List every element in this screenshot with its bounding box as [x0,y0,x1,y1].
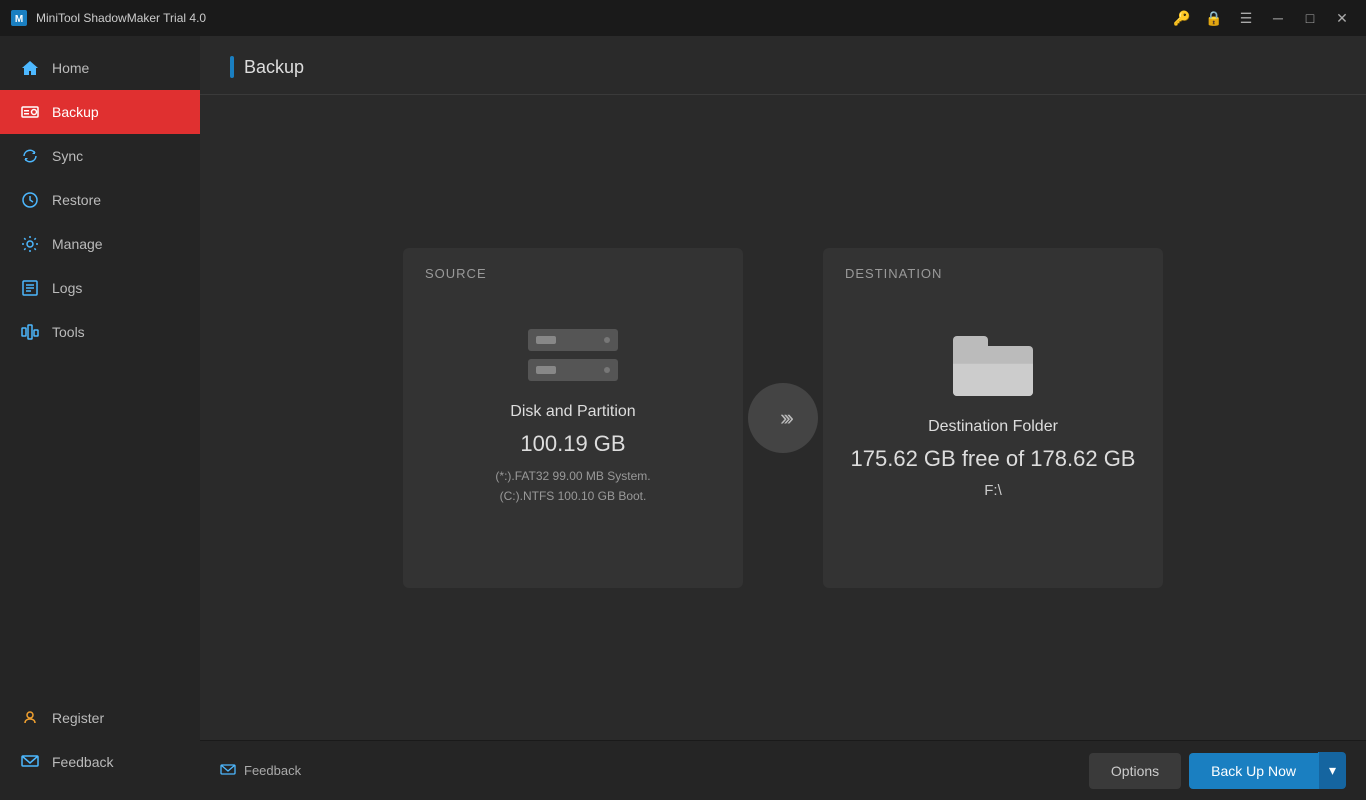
source-detail: (*:).FAT32 99.00 MB System. (C:).NTFS 10… [495,467,650,505]
feedback-icon [20,752,40,772]
maximize-button[interactable]: □ [1296,4,1324,32]
backup-now-button[interactable]: Back Up Now [1189,753,1318,789]
source-card[interactable]: SOURCE Disk and Partition 100.19 GB (*:)… [403,248,743,588]
options-button[interactable]: Options [1089,753,1181,789]
sync-icon [20,146,40,166]
source-detail-line1: (*:).FAT32 99.00 MB System. [495,467,650,486]
destination-card[interactable]: DESTINATION Destination Folder 175.62 GB… [823,248,1163,588]
source-name: Disk and Partition [510,403,635,421]
disk-slot-2 [528,359,618,381]
manage-icon [20,234,40,254]
sidebar-item-feedback[interactable]: Feedback [0,740,200,784]
sidebar-item-restore[interactable]: Restore [0,178,200,222]
logs-icon [20,278,40,298]
title-controls: 🔑 🔒 ☰ ─ □ ✕ [1168,4,1356,32]
restore-icon [20,190,40,210]
disk-slot-1 [528,329,618,351]
backup-now-dropdown[interactable]: ▾ [1318,752,1346,789]
sidebar-item-sync[interactable]: Sync [0,134,200,178]
header-accent-bar [230,56,234,78]
sidebar-item-logs-label: Logs [52,280,82,296]
lock-icon[interactable]: 🔒 [1200,4,1228,32]
sidebar-item-feedback-label: Feedback [52,754,113,770]
folder-icon [953,336,1033,396]
menu-icon[interactable]: ☰ [1232,4,1260,32]
page-title: Backup [244,57,304,78]
sidebar-item-tools-label: Tools [52,324,85,340]
sidebar-item-backup[interactable]: Backup [0,90,200,134]
content-area: Backup SOURCE Disk and Partition 100.19 … [200,36,1366,800]
footer: Feedback Options Back Up Now ▾ [200,740,1366,800]
key-icon[interactable]: 🔑 [1168,4,1196,32]
sidebar-item-register-label: Register [52,710,104,726]
minimize-button[interactable]: ─ [1264,4,1292,32]
destination-icon-area [953,336,1033,396]
destination-label: DESTINATION [845,266,942,281]
main-layout: Home Backup [0,36,1366,800]
sidebar-item-home-label: Home [52,60,89,76]
destination-name: Destination Folder [928,418,1058,436]
source-detail-line2: (C:).NTFS 100.10 GB Boot. [495,487,650,506]
svg-text:M: M [15,14,23,25]
destination-path: F:\ [984,482,1002,499]
destination-free: 175.62 GB free of 178.62 GB [851,446,1136,472]
sidebar-item-tools[interactable]: Tools [0,310,200,354]
arrow-connector: ››› [743,378,823,458]
source-icon-area [528,329,618,381]
source-size: 100.19 GB [520,431,625,457]
footer-feedback-label: Feedback [244,763,301,778]
sidebar: Home Backup [0,36,200,800]
sidebar-item-home[interactable]: Home [0,46,200,90]
tools-icon [20,322,40,342]
source-label: SOURCE [425,266,487,281]
page-header: Backup [200,36,1366,95]
sidebar-item-restore-label: Restore [52,192,101,208]
feedback-icon-footer [220,763,236,779]
backup-area: SOURCE Disk and Partition 100.19 GB (*:)… [200,95,1366,740]
sidebar-item-sync-label: Sync [52,148,83,164]
folder-open [953,358,1033,396]
home-icon [20,58,40,78]
sidebar-item-manage[interactable]: Manage [0,222,200,266]
footer-feedback[interactable]: Feedback [220,763,301,779]
disk-icon [528,329,618,381]
close-button[interactable]: ✕ [1328,4,1356,32]
app-icon: M [10,9,28,27]
sidebar-item-register[interactable]: Register [0,696,200,740]
title-bar: M MiniTool ShadowMaker Trial 4.0 🔑 🔒 ☰ ─… [0,0,1366,36]
arrow-icon: ››› [748,383,818,453]
sidebar-item-backup-label: Backup [52,104,99,120]
sidebar-item-manage-label: Manage [52,236,103,252]
sidebar-item-logs[interactable]: Logs [0,266,200,310]
app-title: MiniTool ShadowMaker Trial 4.0 [36,11,1168,25]
register-icon [20,708,40,728]
backup-icon [20,102,40,122]
